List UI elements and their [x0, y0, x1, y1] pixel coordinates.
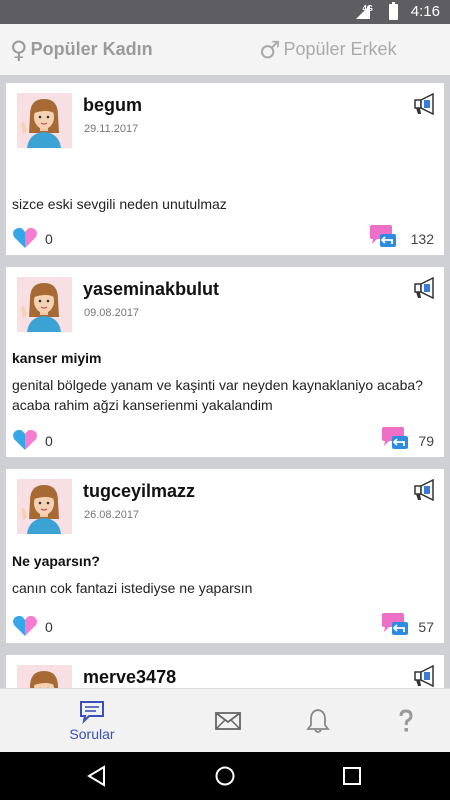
post-title: kanser miyim	[12, 350, 102, 366]
like-count: 0	[45, 231, 53, 247]
question-feed[interactable]: begum 29.11.2017 sizce eski sevgili nede…	[0, 75, 450, 688]
tab-label: Popüler Kadın	[30, 39, 153, 59]
like-count: 0	[45, 619, 53, 635]
comment-icon[interactable]	[368, 224, 398, 250]
status-bar: 4G 4:16	[0, 0, 450, 24]
post-card[interactable]: tugceyilmazz 26.08.2017 Ne yaparsın? can…	[6, 469, 444, 643]
male-icon: ♂	[259, 35, 281, 64]
like-heart-icon[interactable]	[12, 429, 38, 451]
nav-notifications[interactable]	[296, 689, 340, 753]
megaphone-icon[interactable]	[412, 479, 438, 501]
post-card[interactable]: yaseminakbulut 09.08.2017 kanser miyim g…	[6, 267, 444, 457]
female-icon: ♀	[10, 35, 28, 64]
like-count: 0	[45, 433, 53, 449]
avatar[interactable]	[17, 665, 72, 688]
bottom-navigation: Sorular	[0, 688, 450, 752]
nav-questions-label: Sorular	[69, 726, 115, 742]
nav-questions[interactable]: Sorular	[60, 689, 124, 753]
megaphone-icon[interactable]	[412, 93, 438, 115]
mail-icon	[215, 712, 241, 730]
post-title: Ne yaparsın?	[12, 553, 100, 569]
avatar[interactable]	[17, 277, 72, 332]
post-body: genital bölgede yanam ve kaşinti var ney…	[12, 377, 423, 413]
top-tabs: ♀ Popüler Kadın ♂ Popüler Erkek	[0, 24, 450, 75]
comment-count: 57	[418, 619, 434, 635]
megaphone-icon[interactable]	[412, 665, 438, 687]
megaphone-icon[interactable]	[412, 277, 438, 299]
username[interactable]: tugceyilmazz	[83, 481, 195, 502]
post-body: sizce eski sevgili neden unutulmaz	[12, 196, 227, 212]
questions-icon	[80, 701, 104, 724]
comment-count: 79	[418, 433, 434, 449]
username[interactable]: merve3478	[83, 667, 176, 688]
post-date: 26.08.2017	[84, 509, 140, 521]
back-icon[interactable]	[86, 765, 108, 787]
post-body: canın cok fantazi istediyse ne yaparsın	[12, 580, 253, 596]
bell-icon	[306, 709, 330, 733]
tab-popular-female[interactable]: ♀ Popüler Kadın	[10, 24, 153, 75]
post-card[interactable]: merve3478	[6, 655, 444, 688]
recents-icon[interactable]	[342, 766, 362, 786]
username[interactable]: yaseminakbulut	[83, 279, 219, 300]
tab-label: Popüler Erkek	[283, 39, 397, 59]
network-type: 4G	[362, 4, 373, 13]
battery-icon	[389, 2, 398, 20]
post-card[interactable]: begum 29.11.2017 sizce eski sevgili nede…	[6, 83, 444, 255]
post-date: 09.08.2017	[84, 307, 140, 319]
comment-icon[interactable]	[380, 612, 410, 638]
home-icon[interactable]	[214, 765, 236, 787]
like-heart-icon[interactable]	[12, 615, 38, 637]
avatar[interactable]	[17, 479, 72, 534]
comment-icon[interactable]	[380, 426, 410, 452]
nav-messages[interactable]	[206, 689, 250, 753]
clock: 4:16	[410, 3, 440, 20]
help-icon	[399, 709, 413, 732]
nav-help[interactable]	[384, 689, 428, 753]
system-navigation-bar	[0, 752, 450, 800]
comment-count: 132	[410, 231, 434, 247]
avatar[interactable]	[17, 93, 72, 148]
tab-popular-male[interactable]: ♂ Popüler Erkek	[259, 24, 397, 75]
like-heart-icon[interactable]	[12, 227, 38, 249]
post-date: 29.11.2017	[84, 123, 139, 135]
username[interactable]: begum	[83, 95, 142, 116]
